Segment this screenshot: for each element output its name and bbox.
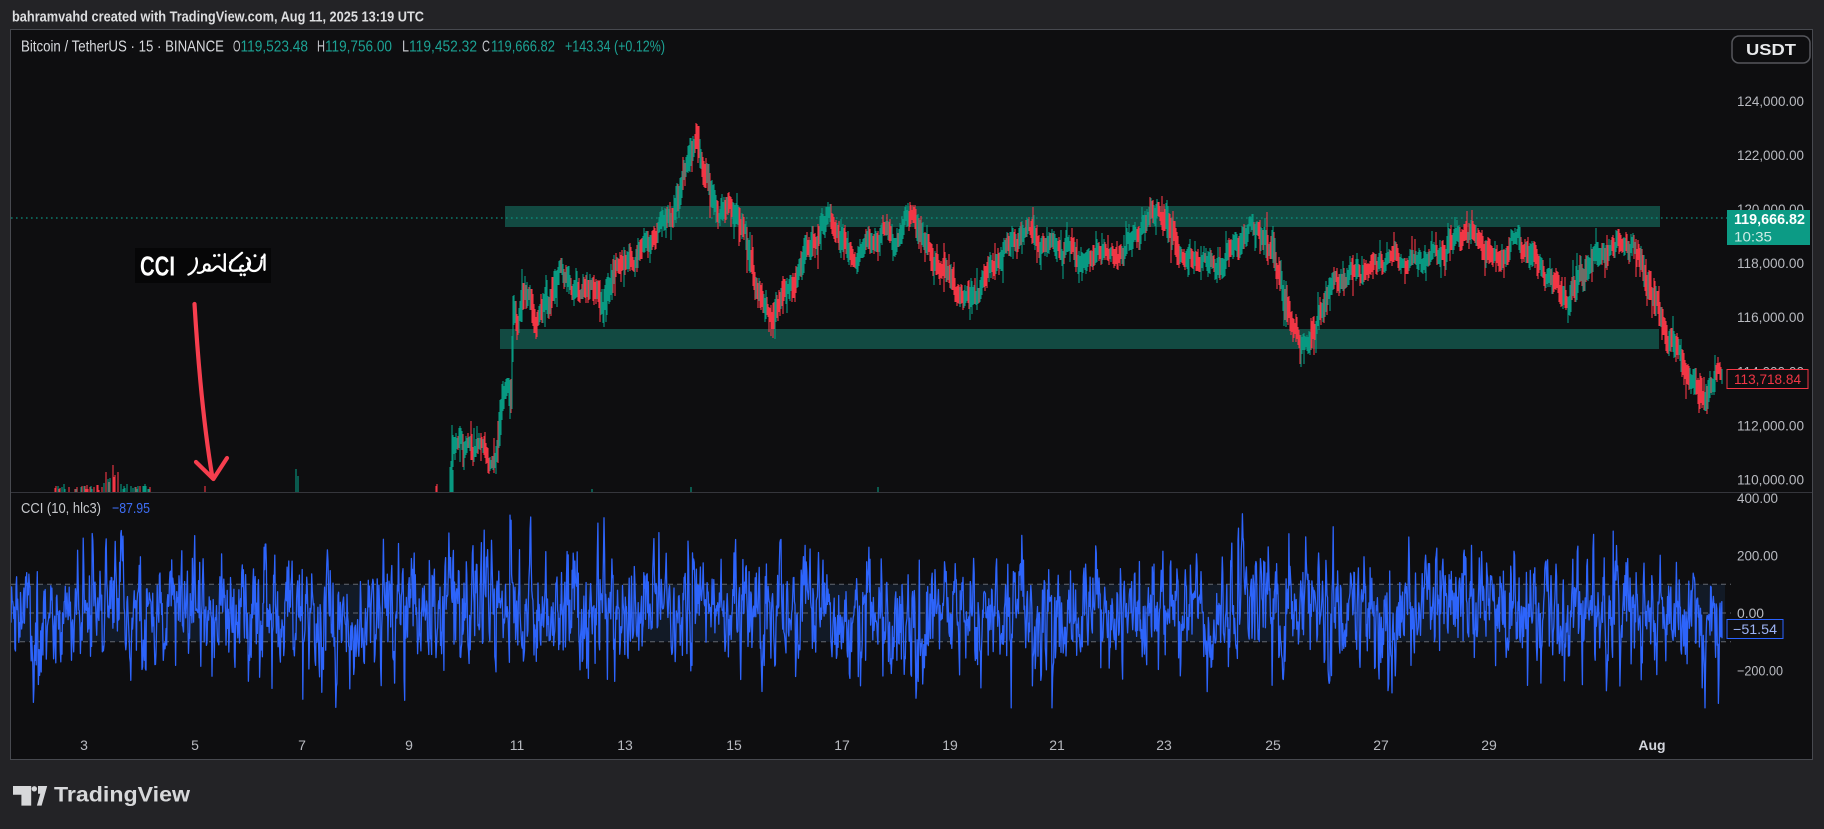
svg-text:10:35: 10:35 (1734, 229, 1772, 245)
svg-text:−51.54: −51.54 (1733, 621, 1777, 637)
svg-text:119,523.48: 119,523.48 (241, 39, 309, 56)
svg-text:21: 21 (1049, 737, 1065, 753)
svg-text:TradingView: TradingView (54, 784, 190, 807)
svg-text:113,718.84: 113,718.84 (1734, 371, 1801, 387)
svg-text:O: O (233, 39, 241, 56)
svg-text:7: 7 (298, 737, 306, 753)
svg-text:119,756.00: 119,756.00 (325, 39, 392, 56)
svg-text:119,666.82: 119,666.82 (491, 39, 555, 56)
svg-text:17: 17 (834, 737, 850, 753)
svg-text:CCI (10, hlc3): CCI (10, hlc3) (21, 500, 101, 517)
svg-text:119,666.82: 119,666.82 (1734, 211, 1805, 228)
svg-text:29: 29 (1481, 737, 1497, 753)
svg-text:116,000.00: 116,000.00 (1737, 309, 1804, 325)
svg-text:119,452.32: 119,452.32 (409, 39, 477, 56)
svg-text:0.00: 0.00 (1737, 605, 1764, 621)
svg-text:−200.00: −200.00 (1737, 663, 1783, 679)
svg-text:bahramvahd created with Tradin: bahramvahd created with TradingView.com,… (12, 9, 424, 26)
svg-text:15: 15 (726, 737, 742, 753)
svg-text:112,000.00: 112,000.00 (1737, 417, 1804, 433)
svg-text:3: 3 (80, 737, 88, 753)
svg-text:5: 5 (191, 737, 199, 753)
svg-text:400.00: 400.00 (1737, 490, 1778, 506)
svg-text:110,000.00: 110,000.00 (1737, 471, 1804, 487)
svg-text:−87.95: −87.95 (112, 500, 150, 517)
svg-text:H: H (317, 39, 325, 56)
svg-text:122,000.00: 122,000.00 (1737, 147, 1804, 163)
svg-text:9: 9 (405, 737, 413, 753)
svg-text:C: C (482, 39, 490, 56)
svg-text:13: 13 (617, 737, 633, 753)
svg-text:23: 23 (1156, 737, 1172, 753)
svg-text:11: 11 (510, 737, 525, 753)
svg-text:Bitcoin / TetherUS · 15 · BINA: Bitcoin / TetherUS · 15 · BINANCE (21, 39, 224, 56)
svg-text:124,000.00: 124,000.00 (1737, 93, 1804, 109)
svg-text:19: 19 (942, 737, 958, 753)
svg-text:200.00: 200.00 (1737, 548, 1778, 564)
svg-text:118,000.00: 118,000.00 (1737, 255, 1804, 271)
svg-text:27: 27 (1373, 737, 1389, 753)
svg-text:+143.34 (+0.12%): +143.34 (+0.12%) (565, 39, 665, 56)
svg-text:USDT: USDT (1746, 42, 1796, 59)
svg-text:CCI: CCI (140, 251, 175, 282)
svg-text:Aug: Aug (1638, 737, 1665, 753)
svg-text:25: 25 (1265, 737, 1281, 753)
